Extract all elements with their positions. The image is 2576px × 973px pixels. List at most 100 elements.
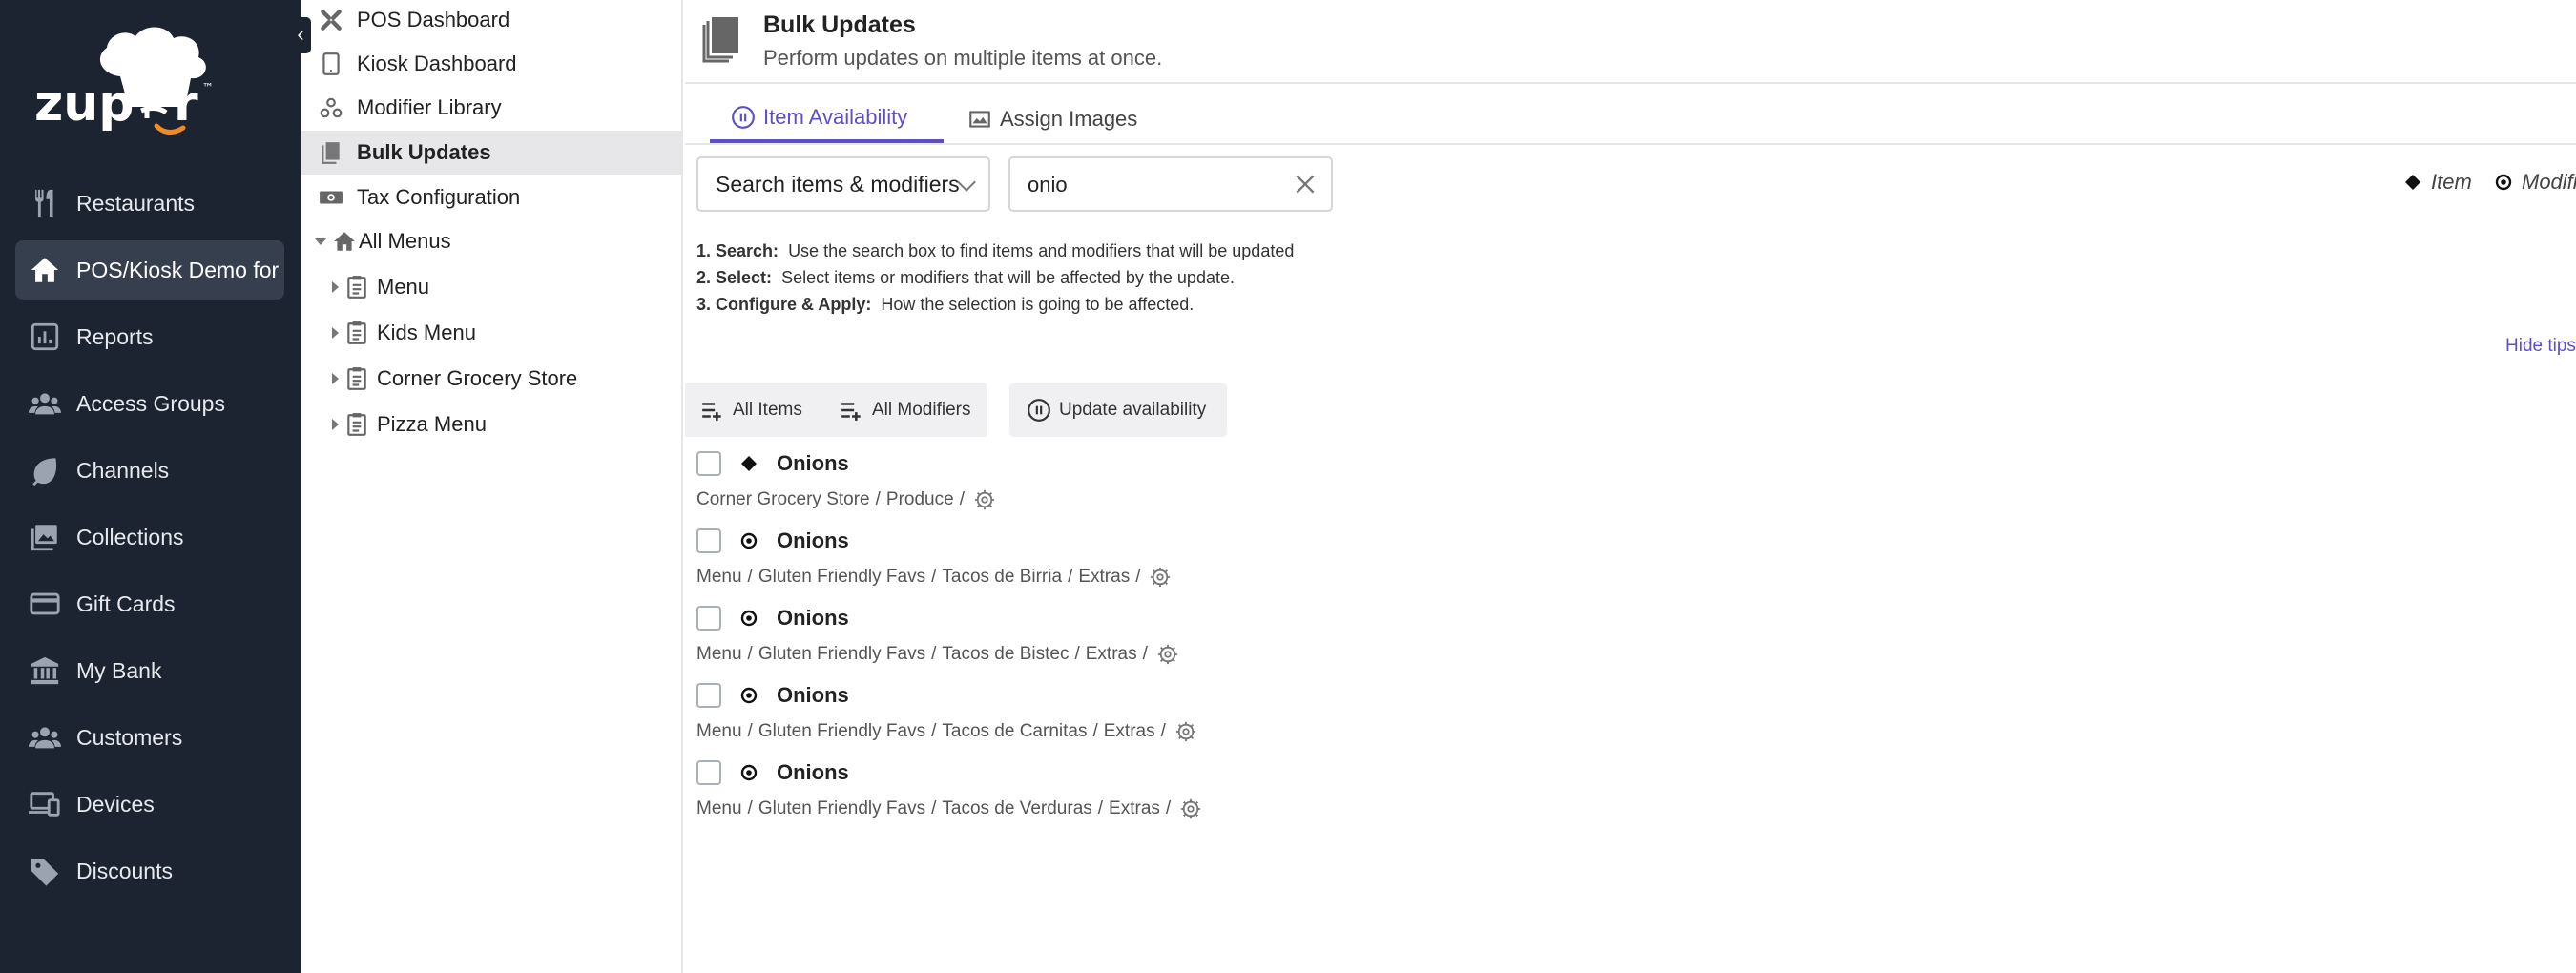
path-segment: Gluten Friendly Favs <box>758 721 926 741</box>
button-label: All Items <box>733 400 802 420</box>
search-input[interactable] <box>1028 170 1276 200</box>
main-nav: zup r ™ Restaurants POS/Kiosk Demo for R… <box>0 0 301 973</box>
hide-tips-link[interactable]: Hide tips <box>2505 336 2576 357</box>
update-availability-button[interactable]: Update availability <box>1009 383 1227 437</box>
tree-item-all-menus[interactable]: All Menus <box>301 219 681 263</box>
path-separator: / <box>1097 798 1104 818</box>
gear-icon[interactable] <box>1175 721 1196 742</box>
button-label: All Modifiers <box>872 400 971 420</box>
tag-icon <box>31 859 59 886</box>
path-separator: / <box>931 721 937 741</box>
search-mode-select[interactable]: Search items & modifiers <box>696 156 990 212</box>
path-separator: / <box>931 798 937 818</box>
nav-item-label: Customers <box>76 724 183 750</box>
nav-channels[interactable]: Channels <box>15 441 284 500</box>
tip-step: 2. Select: <box>696 268 773 287</box>
path-separator: / <box>747 567 753 587</box>
tree-item-kiosk-dashboard[interactable]: Kiosk Dashboard <box>301 42 681 86</box>
collapse-sidebar-button[interactable]: ‹ <box>290 17 311 53</box>
tree-item-tax-configuration[interactable]: Tax Configuration <box>301 176 681 219</box>
nav-devices[interactable]: Devices <box>15 775 284 834</box>
pause-circle-icon <box>1028 399 1050 422</box>
caret-right-icon[interactable] <box>332 281 339 293</box>
select-all-items-button[interactable]: All Items <box>685 383 826 437</box>
nav-item-label: Channels <box>76 457 170 483</box>
dashboard-icon <box>321 10 342 31</box>
search-mode-value: Search items & modifiers <box>716 171 960 197</box>
tree-item-pizza-menu[interactable]: Pizza Menu <box>301 403 681 446</box>
chart-icon <box>31 322 59 351</box>
select-all-modifiers-button[interactable]: All Modifiers <box>826 383 987 437</box>
gear-icon[interactable] <box>1150 567 1171 588</box>
nav-gift-cards[interactable]: Gift Cards <box>15 574 284 633</box>
target-circle-icon <box>740 687 758 704</box>
path-separator: / <box>1135 567 1141 587</box>
close-icon[interactable] <box>1293 172 1318 197</box>
users-icon <box>29 727 61 749</box>
tree-item-kids-menu[interactable]: Kids Menu <box>301 311 681 355</box>
path-segment: Tacos de Verduras <box>942 798 1092 818</box>
nav-my-bank[interactable]: My Bank <box>15 641 284 700</box>
tree-item-bulk-updates[interactable]: Bulk Updates <box>301 131 681 175</box>
caret-right-icon[interactable] <box>332 327 339 339</box>
nav-restaurants[interactable]: Restaurants <box>15 174 284 233</box>
caret-right-icon[interactable] <box>332 419 339 430</box>
result-checkbox[interactable] <box>696 528 721 553</box>
legend-modifier: Modifi <box>2495 170 2576 195</box>
nav-item-label: My Bank <box>76 657 162 683</box>
result-checkbox[interactable] <box>696 606 721 631</box>
tree-item-label: Pizza Menu <box>377 412 487 436</box>
path-segment: Menu <box>696 721 742 741</box>
tree-item-modifier-library[interactable]: Modifier Library <box>301 86 681 130</box>
result-name: Onions <box>777 683 849 707</box>
home-icon <box>31 258 59 282</box>
result-name: Onions <box>777 606 849 630</box>
tree-item-label: Bulk Updates <box>357 140 491 164</box>
tab-label: Item Availability <box>763 105 908 129</box>
clipboard-icon <box>347 367 366 390</box>
nav-pos-kiosk-demo[interactable]: POS/Kiosk Demo for R <box>15 240 284 300</box>
result-name: Onions <box>777 528 849 552</box>
path-segment: Gluten Friendly Favs <box>758 567 926 587</box>
images-icon <box>31 525 57 551</box>
result-checkbox[interactable] <box>696 451 721 476</box>
path-segment: Menu <box>696 644 742 664</box>
caret-down-icon[interactable] <box>315 238 326 245</box>
bank-icon <box>31 656 59 685</box>
tip-text: How the selection is going to be affecte… <box>881 295 1195 314</box>
tree-item-corner-grocery-store[interactable]: Corner Grocery Store <box>301 357 681 401</box>
result-path: Menu / Gluten Friendly Favs / Tacos de Biste… <box>696 644 1178 665</box>
tree-item-label: Kids Menu <box>377 321 476 344</box>
legend-item-label: Item <box>2431 170 2472 194</box>
nav-item-label: Collections <box>76 524 184 549</box>
leaf-icon <box>32 458 57 486</box>
path-separator: / <box>1165 798 1172 818</box>
nav-discounts[interactable]: Discounts <box>15 841 284 901</box>
tree-item-label: Kiosk Dashboard <box>357 52 517 75</box>
path-separator: / <box>1142 644 1148 664</box>
diamond-icon <box>741 456 757 471</box>
nav-access-groups[interactable]: Access Groups <box>15 374 284 433</box>
nav-item-label: Discounts <box>76 858 173 883</box>
gear-icon[interactable] <box>1180 798 1201 819</box>
result-checkbox[interactable] <box>696 683 721 708</box>
path-separator: / <box>959 489 965 509</box>
nav-collections[interactable]: Collections <box>15 507 284 567</box>
fork-knife-icon <box>35 189 53 217</box>
page-subtitle: Perform updates on multiple items at onc… <box>763 46 1163 70</box>
nav-customers[interactable]: Customers <box>15 708 284 767</box>
tip-search: 1. Search: Use the search box to find it… <box>696 241 1294 261</box>
result-path: Menu / Gluten Friendly Favs / Tacos de Verdu… <box>696 798 1201 819</box>
path-separator: / <box>747 721 753 741</box>
gear-icon[interactable] <box>974 489 995 510</box>
result-checkbox[interactable] <box>696 760 721 785</box>
gear-icon[interactable] <box>1157 644 1178 665</box>
tab-assign-images[interactable]: Assign Images <box>967 95 1137 143</box>
path-segment: Produce <box>885 489 954 509</box>
tab-item-availability[interactable]: Item Availability <box>710 95 944 143</box>
tree-item-pos-dashboard[interactable]: POS Dashboard <box>301 0 681 42</box>
nav-reports[interactable]: Reports <box>15 307 284 366</box>
path-segment: Menu <box>696 798 742 818</box>
caret-right-icon[interactable] <box>332 373 339 384</box>
tree-item-menu[interactable]: Menu <box>301 265 681 309</box>
